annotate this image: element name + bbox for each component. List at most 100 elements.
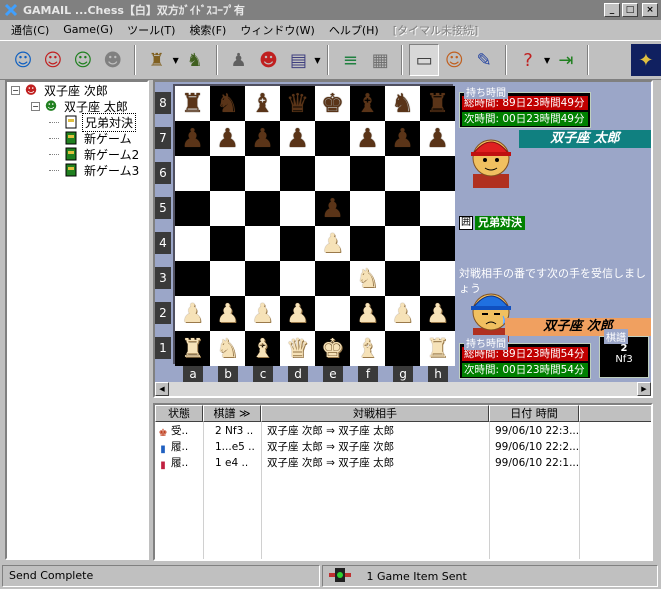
tree-expander-child[interactable]: − <box>31 102 40 111</box>
square-f6[interactable] <box>350 156 385 191</box>
table-row[interactable]: ▮ 履.. 1...e5 .. 双子座 太郎 ⇒ 双子座 次郎 99/06/10 22:… <box>155 439 651 455</box>
player-tree[interactable]: − ☻ 双子座 次郎 − ☻ 双子座 太郎 兄弟対決 新ゲーム 新ゲーム2 新ゲーム3 <box>5 80 149 560</box>
logo-icon[interactable]: ✦ <box>630 44 661 76</box>
square-d3[interactable] <box>280 261 315 296</box>
black-pawn-icon[interactable]: ♟ <box>321 196 344 222</box>
square-b1[interactable]: ♞ <box>210 331 245 366</box>
square-c3[interactable] <box>245 261 280 296</box>
black-pawn-icon[interactable]: ♟ <box>181 126 204 152</box>
column-header-moves[interactable]: 棋譜 ≫ <box>203 405 261 422</box>
column-header-datetime[interactable]: 日付 時間 <box>489 405 579 422</box>
close-button[interactable]: × <box>642 3 658 17</box>
square-a2[interactable]: ♟ <box>175 296 210 331</box>
square-f2[interactable]: ♟ <box>350 296 385 331</box>
square-d8[interactable]: ♛ <box>280 86 315 121</box>
new-game-icon[interactable]: ♜ <box>142 44 172 76</box>
square-a1[interactable]: ♜ <box>175 331 210 366</box>
square-a7[interactable]: ♟ <box>175 121 210 156</box>
exit-icon[interactable]: ⇥ <box>551 44 581 76</box>
table-row[interactable]: ♚ 受.. 2 Nf3 .. 双子座 次郎 ⇒ 双子座 太郎 99/06/10 22:3… <box>155 423 651 439</box>
square-e5[interactable]: ♟ <box>315 191 350 226</box>
white-rook-icon[interactable]: ♜ <box>181 336 204 362</box>
square-f3[interactable]: ♞ <box>350 261 385 296</box>
white-pawn-icon[interactable]: ♟ <box>286 301 309 327</box>
square-h6[interactable] <box>420 156 455 191</box>
book-icon[interactable]: ▤ <box>283 44 313 76</box>
square-g3[interactable] <box>385 261 420 296</box>
menu-item-2[interactable]: ツール(T) <box>120 22 182 38</box>
square-c2[interactable]: ♟ <box>245 296 280 331</box>
send-icon[interactable]: ☺ <box>38 44 68 76</box>
square-c4[interactable] <box>245 226 280 261</box>
black-pawn-icon[interactable]: ♟ <box>391 126 414 152</box>
square-g4[interactable] <box>385 226 420 261</box>
white-pawn-icon[interactable]: ♟ <box>391 301 414 327</box>
black-pawn-icon[interactable]: ♟ <box>356 126 379 152</box>
group-icon[interactable]: ☻ <box>98 44 128 76</box>
square-c8[interactable]: ♝ <box>245 86 280 121</box>
square-g6[interactable] <box>385 156 420 191</box>
players-icon[interactable]: ♟ <box>224 44 254 76</box>
white-knight-icon[interactable]: ♞ <box>356 266 379 292</box>
scroll-left-button[interactable]: ◀ <box>155 382 169 396</box>
table-row[interactable]: ▮ 履.. 1 e4 .. 双子座 次郎 ⇒ 双子座 太郎 99/06/10 22:1.… <box>155 455 651 471</box>
white-pawn-icon[interactable]: ♟ <box>356 301 379 327</box>
black-pawn-icon[interactable]: ♟ <box>216 126 239 152</box>
square-f7[interactable]: ♟ <box>350 121 385 156</box>
square-e1[interactable]: ♚ <box>315 331 350 366</box>
grid-icon[interactable]: ▦ <box>365 44 395 76</box>
move-list-icon[interactable]: ≡ <box>335 44 365 76</box>
white-pawn-icon[interactable]: ♟ <box>426 301 449 327</box>
scroll-right-button[interactable]: ▶ <box>637 382 651 396</box>
chat-icon[interactable]: ☺ <box>439 44 469 76</box>
square-e7[interactable] <box>315 121 350 156</box>
square-g2[interactable]: ♟ <box>385 296 420 331</box>
notes-icon[interactable]: ✎ <box>469 44 499 76</box>
square-a5[interactable] <box>175 191 210 226</box>
square-h1[interactable]: ♜ <box>420 331 455 366</box>
send-receive-icon[interactable]: ☺ <box>68 44 98 76</box>
black-queen-icon[interactable]: ♛ <box>286 91 309 117</box>
square-f4[interactable] <box>350 226 385 261</box>
column-header-status[interactable]: 状態 <box>155 405 203 422</box>
square-h8[interactable]: ♜ <box>420 86 455 121</box>
square-a8[interactable]: ♜ <box>175 86 210 121</box>
tree-node-game-3[interactable]: 新ゲーム3 <box>63 162 141 178</box>
menu-item-1[interactable]: Game(G) <box>56 23 120 36</box>
black-pawn-icon[interactable]: ♟ <box>251 126 274 152</box>
square-e8[interactable]: ♚ <box>315 86 350 121</box>
square-e2[interactable] <box>315 296 350 331</box>
black-bishop-icon[interactable]: ♝ <box>356 91 379 117</box>
square-c5[interactable] <box>245 191 280 226</box>
black-knight-icon[interactable]: ♞ <box>216 91 239 117</box>
toolbar-dropdown-arrow[interactable]: ▼ <box>313 56 321 65</box>
white-rook-icon[interactable]: ♜ <box>426 336 449 362</box>
black-bishop-icon[interactable]: ♝ <box>251 91 274 117</box>
menu-item-0[interactable]: 通信(C) <box>4 22 56 38</box>
square-a4[interactable] <box>175 226 210 261</box>
square-e4[interactable]: ♟ <box>315 226 350 261</box>
square-f8[interactable]: ♝ <box>350 86 385 121</box>
square-h4[interactable] <box>420 226 455 261</box>
horizontal-scrollbar[interactable]: ◀ ▶ <box>155 382 651 396</box>
square-c6[interactable] <box>245 156 280 191</box>
receive-icon[interactable]: ☺ <box>8 44 38 76</box>
tree-node-root[interactable]: ☻ 双子座 次郎 <box>23 82 110 98</box>
help-icon[interactable]: ? <box>513 44 543 76</box>
square-g8[interactable]: ♞ <box>385 86 420 121</box>
white-king-icon[interactable]: ♚ <box>321 336 344 362</box>
menu-item-4[interactable]: ウィンドウ(W) <box>233 22 321 38</box>
white-pawn-icon[interactable]: ♟ <box>216 301 239 327</box>
square-d6[interactable] <box>280 156 315 191</box>
document-icon[interactable]: ▭ <box>409 44 440 76</box>
white-pawn-icon[interactable]: ♟ <box>321 231 344 257</box>
game-item-list[interactable]: 状態 棋譜 ≫ 対戦相手 日付 時間 ♚ 受.. 2 Nf3 .. 双子座 次郎 ⇒ … <box>153 403 653 561</box>
white-pawn-icon[interactable]: ♟ <box>181 301 204 327</box>
maximize-button[interactable]: □ <box>622 3 638 17</box>
toolbar-dropdown-arrow[interactable]: ▼ <box>543 56 551 65</box>
square-d7[interactable]: ♟ <box>280 121 315 156</box>
square-h7[interactable]: ♟ <box>420 121 455 156</box>
menu-item-3[interactable]: 検索(F) <box>182 22 233 38</box>
black-rook-icon[interactable]: ♜ <box>426 91 449 117</box>
square-d2[interactable]: ♟ <box>280 296 315 331</box>
